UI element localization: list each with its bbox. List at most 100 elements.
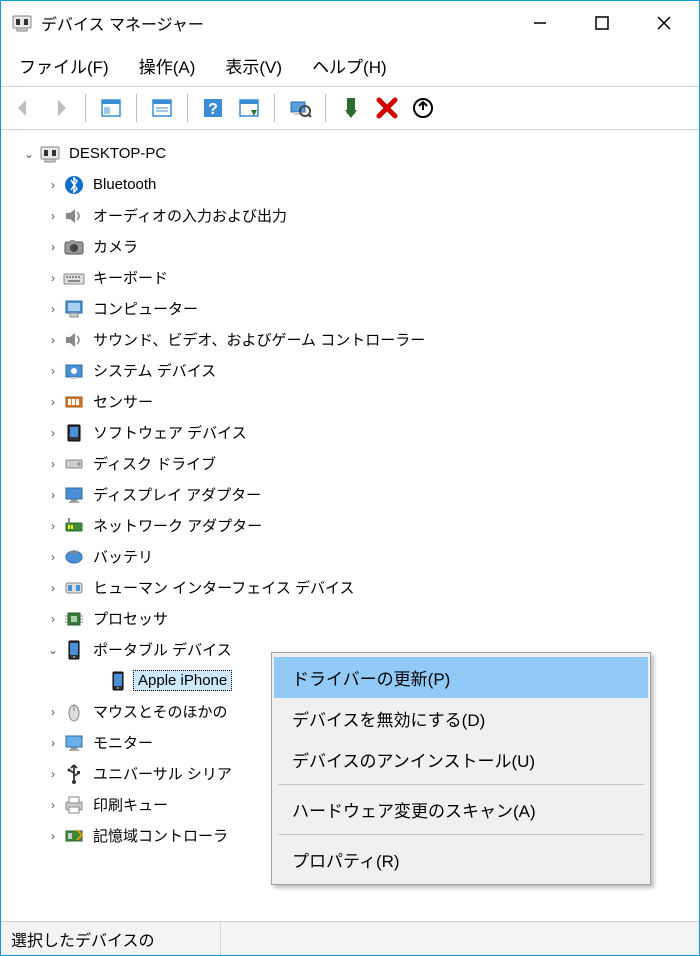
tree-item[interactable]: ›Bluetooth (5, 169, 699, 200)
status-text: 選択したデバイスの (11, 922, 221, 955)
expander-icon[interactable]: › (43, 519, 63, 533)
tree-item[interactable]: › ソフトウェア デバイス (5, 417, 699, 448)
portable-icon (107, 670, 129, 692)
help-button[interactable]: ? (196, 91, 230, 125)
expander-icon[interactable]: › (43, 271, 63, 285)
camera-icon (63, 236, 85, 258)
expander-icon[interactable]: › (43, 798, 63, 812)
expander-icon[interactable]: › (43, 426, 63, 440)
tree-item-label: サウンド、ビデオ、およびゲーム コントローラー (89, 328, 429, 351)
expander-icon[interactable]: › (43, 705, 63, 719)
expander-icon[interactable]: › (43, 178, 63, 192)
menu-action[interactable]: 操作(A) (133, 51, 202, 80)
tree-item-label: システム デバイス (89, 359, 220, 382)
context-menu-item[interactable]: ハードウェア変更のスキャン(A) (274, 789, 648, 830)
device-tree[interactable]: ⌄ DESKTOP-PC ›Bluetooth›オーディオの入力および出力›カメ… (1, 130, 699, 921)
context-menu-item[interactable]: プロパティ(R) (274, 839, 648, 880)
computer-icon (63, 298, 85, 320)
tree-item-label: 記憶域コントローラ (89, 824, 232, 847)
mouse-icon (63, 701, 85, 723)
tree-item[interactable]: › ヒューマン インターフェイス デバイス (5, 572, 699, 603)
tree-item-label: ヒューマン インターフェイス デバイス (89, 576, 359, 599)
tree-item-label: プロセッサ (89, 607, 172, 630)
close-button[interactable] (633, 3, 695, 43)
expander-icon[interactable]: › (43, 581, 63, 595)
tree-item[interactable]: › ネットワーク アダプター (5, 510, 699, 541)
update-driver-button[interactable] (406, 91, 440, 125)
svg-text:?: ? (208, 101, 218, 118)
tree-item-label: ディスク ドライブ (89, 452, 220, 475)
tree-item[interactable]: › バッテリ (5, 541, 699, 572)
maximize-button[interactable] (571, 3, 633, 43)
audio-icon (63, 205, 85, 227)
menu-view[interactable]: 表示(V) (219, 51, 288, 80)
menubar: ファイル(F) 操作(A) 表示(V) ヘルプ(H) (1, 45, 699, 86)
tree-item-label: ディスプレイ アダプター (89, 483, 265, 506)
forward-button[interactable] (43, 91, 77, 125)
expander-icon[interactable]: › (43, 829, 63, 843)
scan-hardware-button[interactable] (283, 91, 317, 125)
tree-item[interactable]: › オーディオの入力および出力 (5, 200, 699, 231)
tree-item[interactable]: › ディスク ドライブ (5, 448, 699, 479)
tree-item[interactable]: ›コンピューター (5, 293, 699, 324)
app-icon (11, 12, 33, 34)
tree-item[interactable]: › システム デバイス (5, 355, 699, 386)
minimize-button[interactable] (509, 3, 571, 43)
context-menu-item[interactable]: デバイスを無効にする(D) (274, 698, 648, 739)
network-icon (63, 515, 85, 537)
toolbar: ? (1, 86, 699, 130)
expander-icon[interactable]: › (43, 364, 63, 378)
menu-separator (278, 834, 644, 835)
tree-item[interactable]: › プロセッサ (5, 603, 699, 634)
expander-icon[interactable]: › (43, 395, 63, 409)
expander-icon[interactable]: › (43, 767, 63, 781)
expander-icon[interactable]: › (43, 302, 63, 316)
tree-root[interactable]: ⌄ DESKTOP-PC (5, 138, 699, 169)
uninstall-button[interactable] (370, 91, 404, 125)
properties-button[interactable] (145, 91, 179, 125)
tree-item[interactable]: › センサー (5, 386, 699, 417)
expander-icon[interactable]: › (43, 209, 63, 223)
root-label: DESKTOP-PC (65, 144, 170, 163)
context-menu-item[interactable]: ドライバーの更新(P) (274, 657, 648, 698)
tree-item-label: ネットワーク アダプター (89, 514, 266, 537)
context-menu-item[interactable]: デバイスのアンインストール(U) (274, 739, 648, 780)
statusbar: 選択したデバイスの (1, 921, 699, 955)
expander-icon[interactable]: ⌄ (43, 643, 63, 657)
tree-item-label: ソフトウェア デバイス (89, 421, 251, 444)
menu-file[interactable]: ファイル(F) (13, 51, 115, 80)
actions-button[interactable] (232, 91, 266, 125)
expander-icon[interactable]: › (43, 550, 63, 564)
tree-item[interactable]: › ディスプレイ アダプター (5, 479, 699, 510)
display-icon (63, 484, 85, 506)
tree-item[interactable]: › カメラ (5, 231, 699, 262)
expander-icon[interactable]: › (43, 612, 63, 626)
disk-icon (63, 453, 85, 475)
back-button[interactable] (7, 91, 41, 125)
expander-icon[interactable]: › (43, 736, 63, 750)
enable-device-button[interactable] (334, 91, 368, 125)
tree-item-label: センサー (89, 390, 157, 413)
tree-item[interactable]: ›キーボード (5, 262, 699, 293)
expander-icon[interactable]: › (43, 488, 63, 502)
tree-item-label: モニター (89, 731, 157, 754)
menu-help[interactable]: ヘルプ(H) (306, 51, 393, 80)
show-hide-console-button[interactable] (94, 91, 128, 125)
hid-icon (63, 577, 85, 599)
expander-icon[interactable]: › (43, 457, 63, 471)
tree-item-label: マウスとそのほかの (89, 700, 232, 723)
expander-icon[interactable]: › (43, 240, 63, 254)
tree-item[interactable]: › サウンド、ビデオ、およびゲーム コントローラー (5, 324, 699, 355)
tree-item-label: オーディオの入力および出力 (89, 204, 291, 227)
battery-icon (63, 546, 85, 568)
tree-item-label: バッテリ (89, 545, 157, 568)
tree-item-label: カメラ (89, 235, 142, 258)
context-menu: ドライバーの更新(P)デバイスを無効にする(D)デバイスのアンインストール(U)… (271, 652, 651, 885)
keyboard-icon (63, 267, 85, 289)
device-manager-window: デバイス マネージャー ファイル(F) 操作(A) 表示(V) ヘルプ(H) ? (0, 0, 700, 956)
expander-icon[interactable]: › (43, 333, 63, 347)
printer-icon (63, 794, 85, 816)
tree-item-label: ユニバーサル シリア (89, 762, 236, 785)
expander-icon[interactable]: ⌄ (19, 147, 39, 161)
system-icon (63, 360, 85, 382)
